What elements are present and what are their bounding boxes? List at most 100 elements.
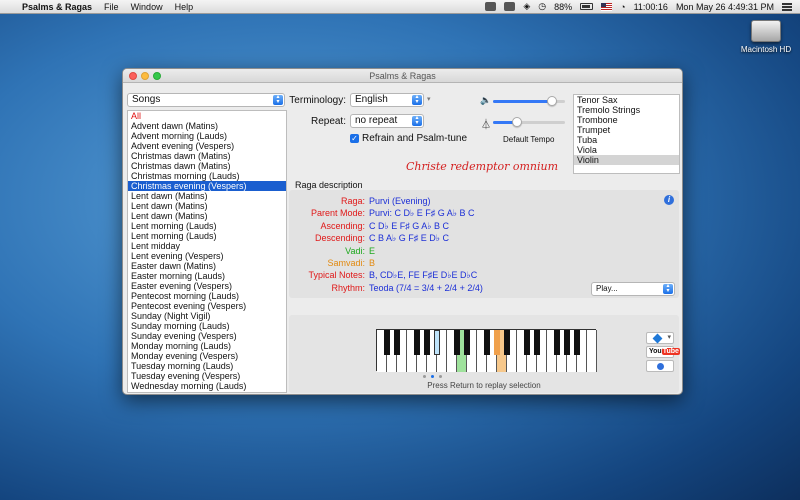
song-list-item[interactable]: Sunday morning (Lauds) [128,321,286,331]
song-list-item[interactable]: Christmas evening (Vespers) [128,181,286,191]
song-list-item[interactable]: Wednesday morning (Lauds) [128,381,286,391]
song-list-item[interactable]: Lent morning (Lauds) [128,231,286,241]
song-list-item[interactable]: Sunday (Night Vigil) [128,311,286,321]
song-list-item[interactable]: Sunday evening (Vespers) [128,331,286,341]
refrain-checkbox[interactable]: ✓ Refrain and Psalm-tune [350,133,467,144]
song-list-item[interactable]: Lent dawn (Matins) [128,201,286,211]
song-list-item[interactable]: Christmas morning (Lauds) [128,171,286,181]
page-dot[interactable] [423,375,426,378]
raga-row-value: Purvi: C D♭ E F♯ G A♭ B C [369,208,475,219]
instrument-list-item[interactable]: Viola [574,145,679,155]
piano-black-key[interactable] [414,330,420,355]
us-flag-icon[interactable] [601,2,613,11]
close-window-button[interactable] [129,72,137,80]
volume-slider[interactable] [493,96,565,106]
page-dot[interactable] [439,375,442,378]
piano-white-key[interactable] [587,330,597,372]
instrument-list-item[interactable]: Trumpet [574,125,679,135]
piano-black-key[interactable] [574,330,580,355]
song-list-item[interactable]: Easter evening (Vespers) [128,281,286,291]
volume-slider-knob[interactable] [547,96,558,106]
terminology-popup[interactable]: English ▴ ▾ [350,93,424,107]
song-list-item[interactable]: Tuesday morning (Lauds) [128,361,286,371]
menu-file[interactable]: File [104,2,119,12]
wifi-icon[interactable]: ◈ [523,1,530,12]
song-list-item[interactable]: Pentecost morning (Lauds) [128,291,286,301]
song-list-item[interactable]: Monday evening (Vespers) [128,351,286,361]
song-list-item[interactable]: Tuesday evening (Vespers) [128,371,286,381]
song-list-item[interactable]: All [128,111,286,121]
tempo-slider-knob[interactable] [512,117,523,127]
repeat-label: Repeat: [310,116,346,127]
tempo-slider[interactable] [493,117,565,127]
elapsed-time[interactable]: 11:00:16 [634,2,668,12]
song-list-item[interactable]: Pentecost evening (Vespers) [128,301,286,311]
piano-keyboard[interactable] [376,329,597,372]
battery-percentage: 88% [554,1,573,12]
repeat-popup[interactable]: no repeat ▴ ▾ [350,114,424,128]
menu-window[interactable]: Window [131,2,163,12]
song-list-item[interactable]: Advent dawn (Matins) [128,121,286,131]
song-list-item[interactable]: Lent midday [128,241,286,251]
piano-black-key[interactable] [554,330,560,355]
piano-black-key[interactable] [424,330,430,355]
page-dot-active[interactable] [431,375,434,378]
piano-black-key[interactable] [494,330,500,355]
zoom-window-button[interactable] [153,72,161,80]
piano-black-key[interactable] [564,330,570,355]
song-list-item[interactable]: Lent morning (Lauds) [128,221,286,231]
default-tempo-label[interactable]: Default Tempo [503,135,554,144]
app-menu[interactable]: Psalms & Ragas [22,2,92,12]
piano-black-key[interactable] [434,330,440,355]
piano-black-key[interactable] [394,330,400,355]
song-list-item[interactable]: Lent dawn (Matins) [128,211,286,221]
songs-popup[interactable]: Songs ▴ ▾ [127,93,285,107]
raga-row-value: C D♭ E F♯ G A♭ B C [369,220,450,231]
piano-black-key[interactable] [384,330,390,355]
chevron-down-icon[interactable]: ▾ [427,95,431,103]
status-area: ◈ ◷ 88% ◔ 11:00:16 Mon May 26 4:49:31 PM [485,1,800,12]
piano-black-key[interactable] [464,330,470,355]
raga-description-panel: i Play... ▴ ▾ Raga: Purvi (Evening) Parent … [289,190,679,298]
app-status-icon[interactable] [485,2,497,11]
menu-help[interactable]: Help [175,2,194,12]
battery-icon[interactable] [580,3,594,10]
song-list-item[interactable]: Easter morning (Lauds) [128,271,286,281]
display-icon[interactable] [504,2,516,11]
time-machine-icon[interactable]: ◷ [538,1,546,12]
song-list-item[interactable]: Monday morning (Lauds) [128,341,286,351]
instrument-list-item[interactable]: Tuba [574,135,679,145]
youtube-button[interactable]: YouTube [646,346,680,358]
song-list[interactable]: All Advent dawn (Matins) Advent morning (L… [127,110,287,393]
song-list-item[interactable]: Advent evening (Vespers) [128,141,286,151]
dropbox-button[interactable]: ▾ [646,332,674,344]
title-bar[interactable]: Psalms & Ragas [123,69,682,83]
macintosh-hd-desktop-icon[interactable]: Macintosh HD [736,20,796,54]
song-list-item[interactable]: Lent evening (Vespers) [128,251,286,261]
info-icon[interactable]: i [664,195,674,205]
piano-black-key[interactable] [524,330,530,355]
song-list-item[interactable]: Christmas dawn (Matins) [128,151,286,161]
instrument-list-item[interactable]: Trombone [574,115,679,125]
instrument-list[interactable]: Tenor Sax Tremolo Strings Trombone Trumpet T… [573,94,680,174]
raga-row-key: Parent Mode: [310,208,365,219]
raga-row-value: B [369,258,376,268]
web-button[interactable] [646,360,674,372]
play-popup[interactable]: Play... ▴ ▾ [591,282,675,296]
piano-black-key[interactable] [484,330,490,355]
notification-center-icon[interactable] [782,2,792,11]
instrument-list-item[interactable]: Tremolo Strings [574,105,679,115]
song-list-item[interactable]: Advent morning (Lauds) [128,131,286,141]
piano-black-key[interactable] [534,330,540,355]
instrument-list-item[interactable]: Tenor Sax [574,95,679,105]
piano-black-key[interactable] [454,330,460,355]
youtube-logo-tube: Tube [661,348,680,355]
instrument-list-item[interactable]: Violin [574,155,679,165]
song-list-item[interactable]: Lent dawn (Matins) [128,191,286,201]
song-list-item[interactable]: Easter dawn (Matins) [128,261,286,271]
menubar-clock[interactable]: Mon May 26 4:49:31 PM [676,2,774,12]
minimize-window-button[interactable] [141,72,149,80]
song-list-item[interactable]: Christmas dawn (Matins) [128,161,286,171]
piano-black-key[interactable] [504,330,510,355]
speaker-icon: 🔈 [480,95,492,105]
